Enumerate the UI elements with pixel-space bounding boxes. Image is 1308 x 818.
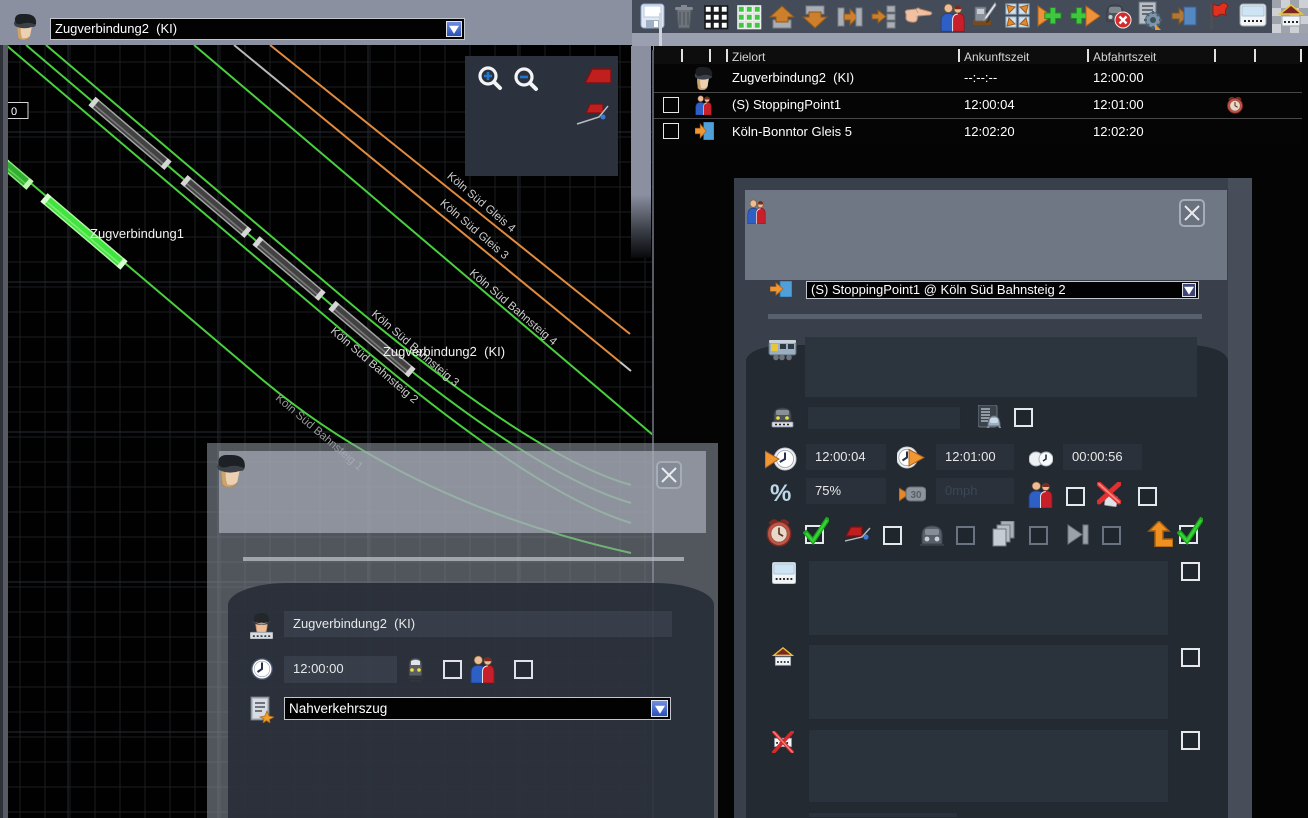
svg-text:30: 30 (910, 490, 922, 501)
svg-text:Zugverbindung1: Zugverbindung1 (90, 226, 184, 241)
svg-text:Zugverbindung2 (KI): Zugverbindung2 (KI) (383, 344, 505, 359)
svg-text:0: 0 (11, 106, 17, 118)
